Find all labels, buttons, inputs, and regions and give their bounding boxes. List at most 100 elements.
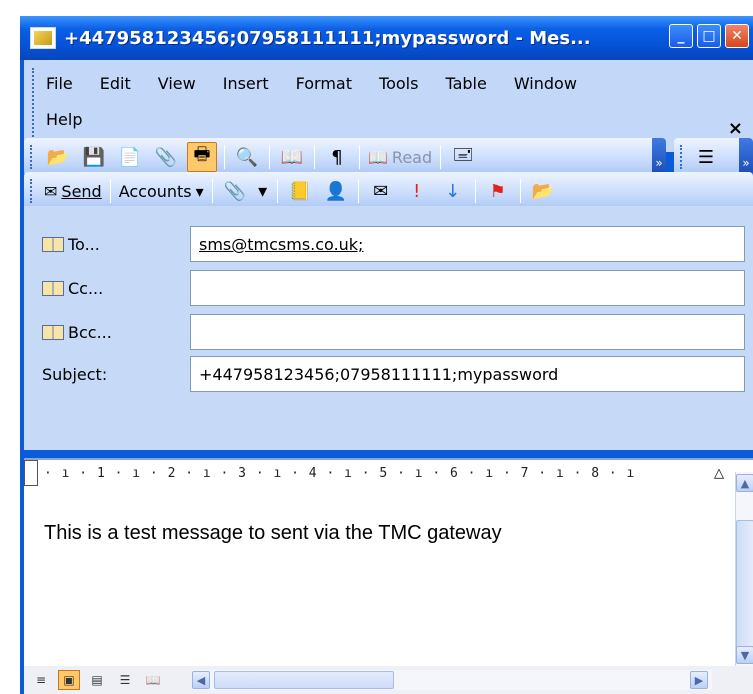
menu-row-1: File Edit View Insert Format Tools Table… — [46, 74, 604, 93]
permission-icon[interactable]: 📄 — [115, 142, 145, 172]
research-icon[interactable]: 📖 — [277, 142, 307, 172]
cc-row: Cc... — [24, 270, 753, 306]
close-document-icon[interactable]: × — [728, 118, 743, 139]
indent-marker[interactable] — [24, 460, 38, 486]
menu-insert[interactable]: Insert — [223, 74, 269, 93]
window-title: +447958123456;07958111111;mypassword - M… — [64, 27, 591, 49]
insert-file-icon[interactable]: 📎 — [220, 176, 250, 206]
separator — [109, 179, 111, 203]
toolbar-options-chevron[interactable]: » — [652, 138, 666, 176]
vertical-scrollbar[interactable]: ▲ ▼ — [735, 472, 753, 666]
menu-row-2: Help — [46, 110, 109, 129]
ruler-scale: · ı · 1 · ı · 2 · ı · 3 · ı · 4 · ı · 5 … — [44, 466, 636, 481]
stamp-icon[interactable]: 🖃 — [448, 142, 478, 172]
bcc-row: Bcc... — [24, 314, 753, 350]
read-icon: 📖 — [368, 147, 388, 167]
separator — [357, 179, 359, 203]
menu-file[interactable]: File — [46, 74, 73, 93]
minimize-button[interactable]: _ — [669, 24, 693, 48]
menu-help[interactable]: Help — [46, 110, 82, 129]
send-label: Send — [61, 181, 102, 201]
print-icon[interactable]: 🖶 — [187, 142, 217, 172]
envelope-options-icon[interactable]: 📂 — [528, 176, 558, 206]
open-folder-icon[interactable]: 📂 — [43, 142, 73, 172]
window-controls: _ □ ✕ — [669, 24, 749, 48]
dropdown-arrow-icon: ▾ — [195, 181, 204, 201]
address-book-icon[interactable]: 📒 — [285, 176, 315, 206]
save-icon[interactable]: 💾 — [79, 142, 109, 172]
options-icon[interactable]: ✉ — [366, 176, 396, 206]
to-label: To... — [68, 235, 100, 254]
separator — [224, 145, 225, 169]
vertical-scroll-thumb[interactable] — [736, 520, 753, 654]
toolbar-grip[interactable] — [30, 145, 34, 169]
outline-view-icon[interactable]: ☰ — [114, 670, 136, 690]
email-compose-window: +447958123456;07958111111;mypassword - M… — [20, 16, 753, 694]
check-names-icon[interactable]: 👤 — [321, 176, 351, 206]
cc-button[interactable]: Cc... — [42, 279, 103, 298]
toolbar-options-chevron-2[interactable]: » — [739, 138, 753, 176]
standard-toolbar: 📂 💾 📄 📎 🖶 🔍 📖 ¶ 📖 Read 🖃 — [24, 138, 666, 176]
low-importance-icon[interactable]: ↓ — [438, 176, 468, 206]
insert-file-dropdown-icon[interactable]: ▾ — [256, 176, 270, 206]
separator — [276, 179, 278, 203]
bcc-field[interactable] — [190, 314, 745, 350]
address-book-icon — [42, 237, 64, 252]
scroll-up-icon[interactable]: ▲ — [736, 474, 753, 492]
to-field[interactable]: sms@tmcsms.co.uk; — [190, 226, 745, 262]
horizontal-scrollbar[interactable]: ◀ ▶ — [192, 670, 712, 690]
separator — [269, 145, 270, 169]
ruler: · ı · 1 · ı · 2 · ı · 3 · ı · 4 · ı · 5 … — [24, 458, 753, 492]
read-button[interactable]: 📖 Read — [364, 148, 436, 167]
send-button[interactable]: ✉ Send — [40, 182, 106, 201]
separator — [440, 145, 442, 169]
message-header: To... sms@tmcsms.co.uk; Cc... Bcc... Sub… — [24, 206, 753, 450]
read-label: Read — [391, 147, 433, 167]
separator — [474, 179, 476, 203]
scroll-left-icon[interactable]: ◀ — [192, 671, 210, 689]
menu-window[interactable]: Window — [514, 74, 577, 93]
separator — [314, 145, 315, 169]
subject-field[interactable]: +447958123456;07958111111;mypassword — [190, 356, 745, 392]
subject-row: Subject: +447958123456;07958111111;mypas… — [24, 356, 753, 392]
reading-layout-view-icon[interactable]: 📖 — [142, 670, 164, 690]
scroll-down-icon[interactable]: ▼ — [736, 646, 753, 664]
title-bar[interactable]: +447958123456;07958111111;mypassword - M… — [20, 16, 753, 60]
scroll-right-icon[interactable]: ▶ — [690, 671, 708, 689]
menu-grip[interactable] — [32, 68, 36, 140]
right-indent-marker[interactable]: △ — [714, 466, 724, 481]
close-button[interactable]: ✕ — [725, 24, 749, 48]
email-toolbar: ✉ Send Accounts ▾ 📎 ▾ 📒 👤 ✉ ! ↓ ⚑ 📂 — [24, 172, 753, 210]
toolbar-grip[interactable] — [680, 145, 684, 169]
follow-up-flag-icon[interactable]: ⚑ — [483, 176, 513, 206]
bcc-button[interactable]: Bcc... — [42, 323, 112, 342]
high-importance-icon[interactable]: ! — [402, 176, 432, 206]
cc-field[interactable] — [190, 270, 745, 306]
web-layout-view-icon[interactable]: ▣ — [58, 670, 80, 690]
toolbar-grip[interactable] — [30, 179, 34, 203]
indent-icon[interactable]: ☰ — [691, 142, 721, 172]
message-app-icon — [30, 27, 56, 49]
accounts-label: Accounts — [118, 181, 192, 201]
message-body[interactable]: This is a test message to sent via the T… — [24, 492, 735, 666]
attach-icon[interactable]: 📎 — [151, 142, 181, 172]
send-icon: ✉ — [44, 181, 58, 201]
body-text: This is a test message to sent via the T… — [44, 522, 502, 544]
menu-table[interactable]: Table — [445, 74, 486, 93]
normal-view-icon[interactable]: ≡ — [30, 670, 52, 690]
print-layout-view-icon[interactable]: ▤ — [86, 670, 108, 690]
address-book-icon — [42, 325, 64, 340]
menu-view[interactable]: View — [158, 74, 196, 93]
menu-format[interactable]: Format — [296, 74, 352, 93]
cc-label: Cc... — [68, 279, 104, 298]
separator — [519, 179, 521, 203]
menu-tools[interactable]: Tools — [379, 74, 418, 93]
separator — [211, 179, 213, 203]
show-formatting-icon[interactable]: ¶ — [322, 142, 352, 172]
horizontal-scroll-thumb[interactable] — [214, 671, 394, 689]
to-button[interactable]: To... — [42, 235, 100, 254]
menu-edit[interactable]: Edit — [100, 74, 131, 93]
maximize-button[interactable]: □ — [697, 24, 721, 48]
accounts-button[interactable]: Accounts ▾ — [115, 182, 208, 201]
print-preview-icon[interactable]: 🔍 — [232, 142, 262, 172]
